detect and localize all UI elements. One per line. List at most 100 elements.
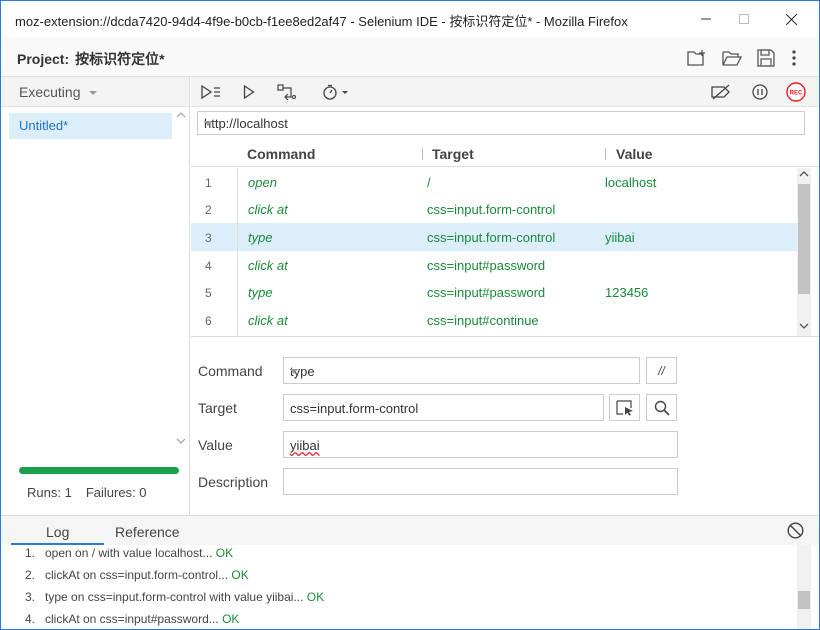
scroll-down-icon[interactable]	[799, 322, 809, 330]
breakpoint-disabled-icon	[711, 84, 730, 100]
table-scrollbar[interactable]	[797, 168, 811, 336]
svg-text:REC: REC	[790, 91, 803, 97]
table-row[interactable]: 1 open / localhost	[191, 168, 798, 196]
log-entry: 1. open on / with value localhost... OK	[25, 546, 234, 560]
run-all-icon	[201, 85, 220, 99]
sidebar-mode-selector[interactable]: Executing	[1, 77, 189, 107]
row-command: open	[248, 175, 277, 190]
open-folder-icon	[722, 51, 742, 66]
test-speed-button[interactable]	[319, 82, 353, 102]
comment-icon: //	[658, 363, 665, 378]
value-label: Value	[198, 437, 233, 453]
column-header-command: Command	[247, 146, 316, 162]
clear-log-icon[interactable]	[787, 522, 804, 539]
scrollbar-thumb[interactable]	[798, 591, 810, 609]
new-project-button[interactable]	[686, 47, 708, 69]
tab-log[interactable]: Log	[46, 524, 69, 540]
row-target: css=input.form-control	[427, 230, 556, 245]
row-number: 3	[205, 231, 212, 245]
log-status: OK	[306, 590, 325, 604]
scroll-down-icon[interactable]	[176, 437, 186, 445]
chevron-down-icon[interactable]	[290, 369, 298, 374]
log-tabs: Log Reference	[1, 515, 819, 545]
chevron-down-icon[interactable]	[204, 121, 212, 126]
run-all-tests-button[interactable]	[200, 82, 222, 102]
row-value: yiibai	[605, 230, 635, 245]
save-icon	[757, 49, 775, 67]
save-project-button[interactable]	[755, 47, 777, 69]
row-command: click at	[248, 258, 288, 273]
command-select[interactable]: type	[283, 357, 640, 384]
row-value: localhost	[605, 175, 657, 190]
test-sidebar: Executing Untitled* Runs: 1 Failures: 0	[1, 77, 190, 515]
log-scrollbar[interactable]	[797, 545, 811, 629]
log-list: 1. open on / with value localhost... OK 2…	[1, 545, 797, 629]
project-title: Project: 按标识符定位*	[17, 49, 165, 69]
log-entry: 3. type on css=input.form-control with va…	[25, 590, 325, 604]
commands-table-header: Command Target Value	[191, 141, 819, 167]
column-header-target: Target	[432, 146, 474, 162]
record-icon: REC	[786, 82, 806, 102]
tab-reference[interactable]: Reference	[115, 524, 180, 540]
divider	[191, 336, 819, 337]
description-input[interactable]	[283, 468, 678, 495]
record-button[interactable]: REC	[785, 82, 807, 102]
pause-icon	[752, 84, 768, 100]
log-entry: 4. clickAt on css=input#password... OK	[25, 612, 240, 626]
chevron-down-icon	[89, 91, 97, 95]
maximize-button[interactable]	[721, 1, 767, 37]
scroll-up-icon[interactable]	[176, 111, 186, 119]
select-target-button[interactable]	[609, 394, 640, 421]
app-window: moz-extension://dcda7420-94d4-4f9e-b0cb-…	[0, 0, 820, 630]
more-options-button[interactable]	[783, 47, 805, 69]
pause-on-exceptions-button[interactable]	[749, 82, 771, 102]
commands-table-body: 1 open / localhost 2 click at css=input.…	[191, 168, 798, 336]
table-row[interactable]: 2 click at css=input.form-control	[191, 195, 798, 223]
target-input[interactable]: css=input.form-control	[283, 394, 604, 421]
row-command: type	[248, 285, 273, 300]
project-bar: Project: 按标识符定位*	[1, 37, 819, 77]
more-vertical-icon	[792, 50, 796, 66]
scroll-up-icon[interactable]	[799, 170, 809, 178]
close-button[interactable]	[768, 1, 814, 37]
search-icon	[654, 400, 670, 416]
disable-breakpoints-button[interactable]	[710, 82, 732, 102]
comment-toggle-button[interactable]: //	[646, 357, 677, 384]
minimize-icon	[701, 18, 711, 20]
table-row[interactable]: 6 click at css=input#continue	[191, 306, 798, 334]
sidebar-mode-label: Executing	[19, 84, 81, 100]
log-status: OK	[231, 568, 249, 582]
column-divider[interactable]	[422, 148, 423, 160]
run-progress-bar	[19, 467, 179, 474]
window-title: moz-extension://dcda7420-94d4-4f9e-b0cb-…	[15, 14, 628, 29]
step-over-button[interactable]	[276, 82, 298, 102]
value-input[interactable]: yiibai	[283, 431, 678, 458]
row-target: css=input#password	[427, 258, 546, 273]
table-row[interactable]: 5 type css=input#password 123456	[191, 278, 798, 306]
row-target: css=input#password	[427, 285, 546, 300]
row-number: 5	[205, 286, 212, 300]
project-name[interactable]: 按标识符定位*	[75, 51, 164, 67]
title-bar: moz-extension://dcda7420-94d4-4f9e-b0cb-…	[1, 1, 819, 37]
target-input-value: css=input.form-control	[290, 401, 419, 416]
target-label: Target	[198, 400, 237, 416]
maximize-icon	[739, 14, 749, 24]
row-number-divider	[237, 168, 238, 336]
run-current-test-button[interactable]	[238, 82, 260, 102]
command-label: Command	[198, 363, 263, 379]
open-project-button[interactable]	[721, 47, 743, 69]
row-command: click at	[248, 202, 288, 217]
row-number: 2	[205, 203, 212, 217]
scrollbar-thumb[interactable]	[798, 184, 810, 294]
suite-item-label: Untitled*	[19, 118, 69, 133]
table-row-selected[interactable]: 3 type css=input.form-control yiibai	[191, 223, 798, 251]
base-url-input[interactable]: http://localhost	[197, 111, 805, 135]
step-icon	[277, 84, 297, 100]
log-entry: 2. clickAt on css=input.form-control... O…	[25, 568, 249, 582]
column-divider[interactable]	[605, 148, 606, 160]
stopwatch-icon	[323, 84, 348, 100]
suite-item[interactable]: Untitled*	[9, 113, 172, 139]
find-target-button[interactable]	[646, 394, 677, 421]
playback-toolbar: REC	[191, 77, 819, 107]
table-row[interactable]: 4 click at css=input#password	[191, 251, 798, 279]
